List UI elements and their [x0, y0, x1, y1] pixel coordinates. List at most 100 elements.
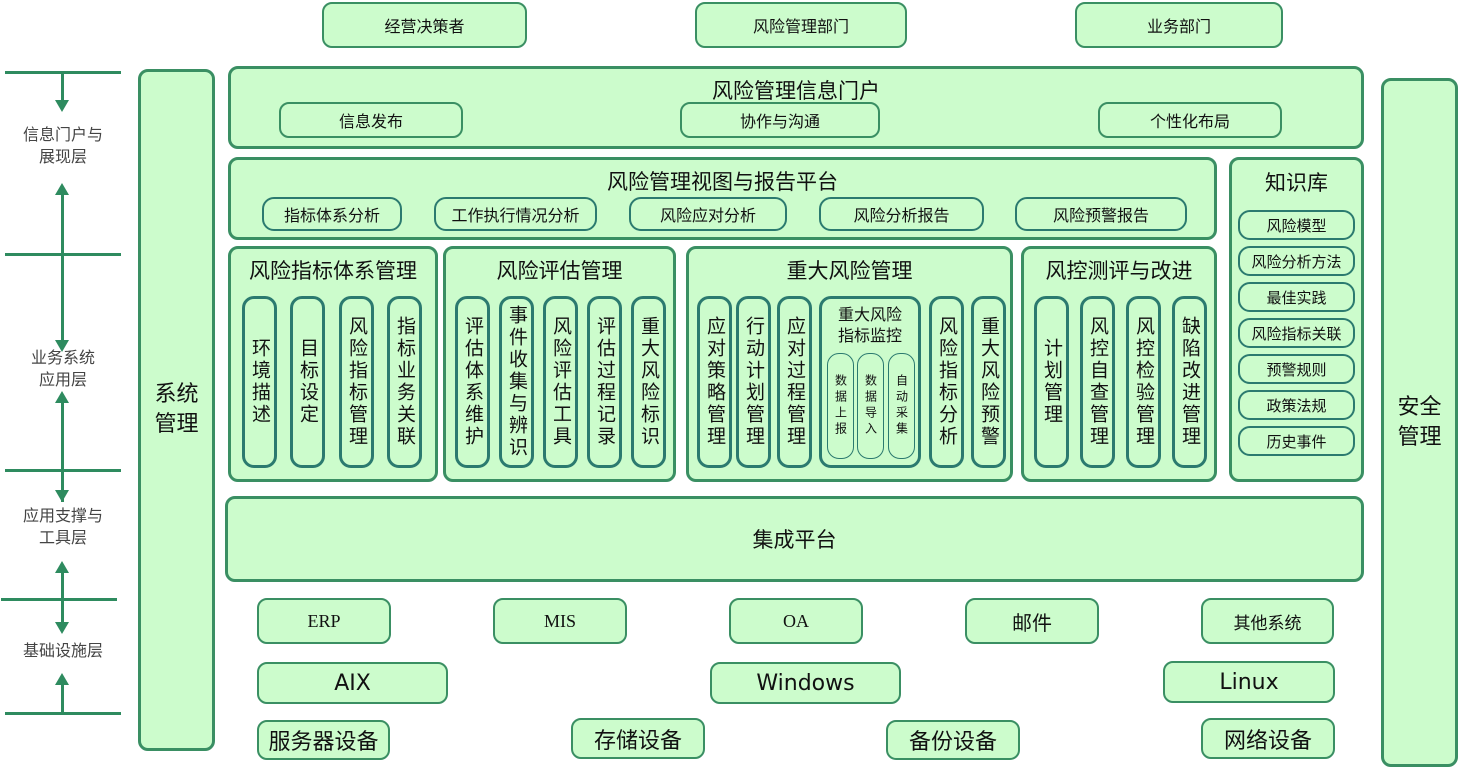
layer-label-infrastructure: 基础设施层 [22, 641, 103, 660]
layer-label-line: 应用层 [38, 370, 87, 389]
module-item[interactable]: 应对策略管理 [697, 296, 732, 468]
item-label: 个性化布局 [1149, 112, 1230, 131]
report-platform-title: 风险管理视图与报告平台 [607, 170, 838, 194]
kb-item[interactable]: 风险分析方法 [1238, 246, 1355, 276]
item-label: 指标体系分析 [283, 206, 380, 225]
knowledge-base[interactable]: 知识库 风险模型 风险分析方法 最佳实践 风险指标关联 预警规则 政策法规 历史… [1229, 157, 1364, 482]
monitor-title: 重大风险 指标监控 [822, 304, 918, 346]
item-label: 目标设定 [297, 338, 319, 426]
system-mail[interactable]: 邮件 [965, 598, 1099, 644]
module-item[interactable]: 评估体系维护 [455, 296, 490, 468]
stakeholder-business-dept[interactable]: 业务部门 [1075, 2, 1283, 48]
kb-item[interactable]: 风险模型 [1238, 210, 1355, 240]
report-item-response-analysis[interactable]: 风险应对分析 [629, 197, 787, 231]
item-label: 历史事件 [1266, 432, 1327, 451]
portal-item-publish[interactable]: 信息发布 [279, 102, 463, 138]
kb-item[interactable]: 预警规则 [1238, 354, 1355, 384]
module-item[interactable]: 风险评估工具 [543, 296, 578, 468]
report-item-work-execution[interactable]: 工作执行情况分析 [434, 197, 597, 231]
module-item[interactable]: 评估过程记录 [587, 296, 622, 468]
kb-item[interactable]: 最佳实践 [1238, 282, 1355, 312]
item-label: 评估体系维护 [462, 316, 484, 448]
portal-item-collaboration[interactable]: 协作与沟通 [680, 102, 880, 138]
integration-platform[interactable]: 集成平台 [225, 496, 1364, 582]
module-title: 重大风险管理 [786, 259, 913, 283]
item-label: 重大风险预警 [978, 316, 1000, 448]
layer-label-line: 展现层 [38, 147, 87, 166]
arrow-line [61, 72, 64, 102]
device-backup[interactable]: 备份设备 [886, 720, 1020, 760]
item-label: 预警规则 [1266, 360, 1327, 379]
security-management-bar[interactable]: 安全 管理 [1381, 78, 1458, 767]
arrow-line [61, 402, 64, 502]
item-label: 风险分析报告 [853, 206, 950, 225]
os-windows[interactable]: Windows [710, 662, 901, 704]
module-item[interactable]: 重大风险预警 [971, 296, 1006, 468]
report-item-risk-report[interactable]: 风险分析报告 [819, 197, 984, 231]
item-label: 备份设备 [908, 730, 997, 755]
item-label: 协作与沟通 [739, 112, 820, 131]
kb-item[interactable]: 政策法规 [1238, 390, 1355, 420]
module-item[interactable]: 计划管理 [1034, 296, 1069, 468]
arrow-line [61, 254, 64, 342]
device-network[interactable]: 网络设备 [1201, 718, 1335, 759]
monitor-item[interactable]: 数据导入 [857, 353, 884, 459]
arrow-line [61, 194, 64, 254]
item-label: 评估过程记录 [594, 316, 616, 448]
item-label: 邮件 [1012, 610, 1052, 635]
module-control-evaluation[interactable]: 风控测评与改进 计划管理 风控自查管理 风控检验管理 缺陷改进管理 [1021, 246, 1217, 482]
arrow-down-icon [55, 100, 69, 112]
stakeholder-executives[interactable]: 经营决策者 [322, 2, 527, 48]
monitor-item[interactable]: 自动采集 [888, 353, 915, 459]
security-management-label: 安全 管理 [1397, 393, 1441, 453]
label-line: 安全 [1397, 394, 1442, 420]
item-label: 重大风险标识 [638, 316, 660, 448]
item-label: 网络设备 [1223, 728, 1312, 754]
module-item[interactable]: 事件收集与辨识 [499, 296, 534, 468]
item-label: 工作执行情况分析 [451, 206, 580, 225]
os-aix[interactable]: AIX [257, 662, 448, 704]
device-storage[interactable]: 存储设备 [571, 718, 705, 759]
report-item-indicator-analysis[interactable]: 指标体系分析 [262, 197, 402, 231]
stakeholder-label: 风险管理部门 [752, 17, 849, 36]
system-management-bar[interactable]: 系统 管理 [138, 69, 215, 751]
layer-label-portal: 信息门户与 展现层 [8, 124, 118, 168]
module-item[interactable]: 目标设定 [290, 296, 325, 468]
item-label: MIS [543, 610, 576, 631]
system-erp[interactable]: ERP [257, 598, 391, 644]
report-item-warning-report[interactable]: 风险预警报告 [1015, 197, 1187, 231]
item-label: 政策法规 [1266, 396, 1327, 415]
item-label: 计划管理 [1041, 338, 1063, 426]
system-mis[interactable]: MIS [493, 598, 627, 644]
kb-item[interactable]: 风险指标关联 [1238, 318, 1355, 348]
module-risk-assessment[interactable]: 风险评估管理 评估体系维护 事件收集与辨识 风险评估工具 评估过程记录 重大风险… [443, 246, 676, 482]
risk-portal[interactable]: 风险管理信息门户 信息发布 协作与沟通 个性化布局 [228, 66, 1364, 149]
module-item[interactable]: 风控检验管理 [1126, 296, 1161, 468]
major-risk-monitor[interactable]: 重大风险 指标监控 数据上报 数据导入 自动采集 [819, 296, 921, 468]
arrow-down-icon [55, 622, 69, 634]
item-label: 数据导入 [863, 374, 878, 438]
module-major-risk[interactable]: 重大风险管理 应对策略管理 行动计划管理 应对过程管理 重大风险 指标监控 数据上… [686, 246, 1013, 482]
device-server[interactable]: 服务器设备 [257, 720, 390, 760]
system-oa[interactable]: OA [729, 598, 863, 644]
module-item[interactable]: 应对过程管理 [777, 296, 812, 468]
item-label: 风险指标管理 [346, 316, 368, 448]
module-item[interactable]: 行动计划管理 [736, 296, 771, 468]
portal-item-layout[interactable]: 个性化布局 [1098, 102, 1282, 138]
kb-item[interactable]: 历史事件 [1238, 426, 1355, 456]
system-other[interactable]: 其他系统 [1201, 598, 1334, 644]
stakeholder-risk-dept[interactable]: 风险管理部门 [695, 2, 907, 48]
item-label: Linux [1219, 669, 1279, 695]
module-item[interactable]: 风险指标管理 [339, 296, 374, 468]
module-item[interactable]: 指标业务关联 [387, 296, 422, 468]
module-indicator-system[interactable]: 风险指标体系管理 环境描述 目标设定 风险指标管理 指标业务关联 [228, 246, 438, 482]
report-platform[interactable]: 风险管理视图与报告平台 指标体系分析 工作执行情况分析 风险应对分析 风险分析报… [228, 157, 1217, 240]
layer-label-line: 工具层 [38, 528, 87, 547]
module-item[interactable]: 缺陷改进管理 [1172, 296, 1207, 468]
module-item[interactable]: 风险指标分析 [929, 296, 964, 468]
monitor-item[interactable]: 数据上报 [827, 353, 854, 459]
module-item[interactable]: 风控自查管理 [1080, 296, 1115, 468]
os-linux[interactable]: Linux [1163, 661, 1335, 703]
module-item[interactable]: 环境描述 [242, 296, 277, 468]
module-item[interactable]: 重大风险标识 [631, 296, 666, 468]
